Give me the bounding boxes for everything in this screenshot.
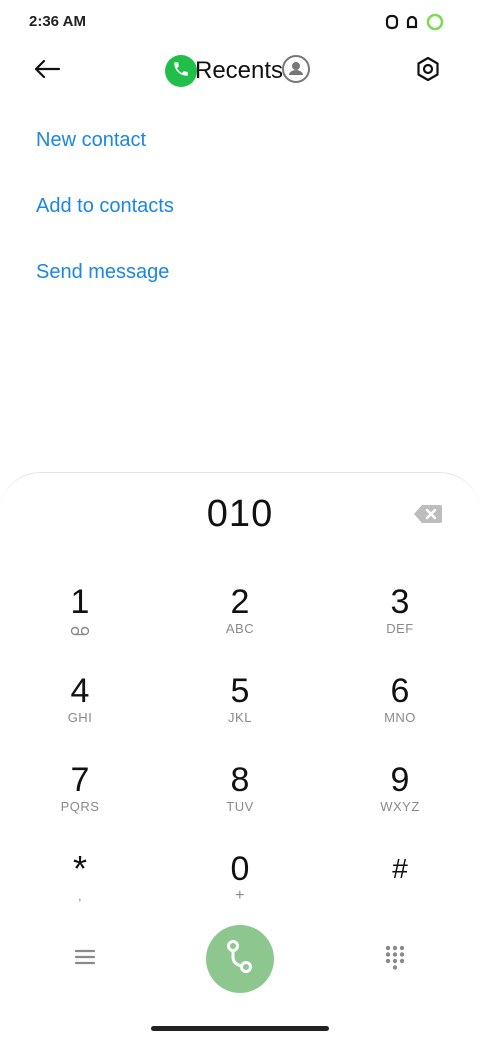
dialpad-bottom-row: [0, 923, 480, 1003]
notification-icon: [405, 14, 419, 30]
dialpad-toggle-button[interactable]: [380, 945, 410, 975]
tab-phone[interactable]: [165, 55, 197, 87]
phone-icon: [172, 60, 190, 83]
new-contact-link[interactable]: New contact: [36, 118, 174, 184]
tab-recents[interactable]: Recents: [195, 57, 283, 85]
send-message-link[interactable]: Send message: [36, 250, 174, 316]
key-letters: ABC: [225, 621, 255, 636]
status-icons: [385, 12, 445, 32]
notification-icon: [385, 14, 399, 30]
back-button[interactable]: [30, 54, 64, 88]
dialed-number[interactable]: 010: [0, 493, 480, 536]
battery-ring-icon: [425, 12, 445, 32]
key-digit: 1: [70, 583, 90, 621]
key-digit: 5: [230, 672, 250, 710]
key-7[interactable]: 7 PQRS: [20, 759, 140, 839]
key-digit: 7: [70, 761, 90, 799]
contacts-icon: [281, 54, 311, 89]
menu-icon: [74, 948, 96, 971]
key-letters: DEF: [386, 621, 414, 636]
key-digit: 9: [390, 761, 410, 799]
key-8[interactable]: 8 TUV: [180, 759, 300, 839]
action-list: New contact Add to contacts Send message: [36, 118, 174, 316]
key-9[interactable]: 9 WXYZ: [340, 759, 460, 839]
phone-call-icon: [223, 937, 257, 982]
status-bar: 2:36 AM: [0, 0, 480, 44]
key-2[interactable]: 2 ABC: [180, 581, 300, 661]
tab-contacts[interactable]: [281, 54, 311, 89]
tab-group: Recents: [165, 54, 311, 89]
key-1[interactable]: 1: [20, 581, 140, 661]
key-digit: 8: [230, 761, 250, 799]
key-digit: 6: [390, 672, 410, 710]
menu-button[interactable]: [70, 947, 100, 971]
key-0[interactable]: 0 +: [180, 848, 300, 928]
backspace-button[interactable]: [413, 503, 443, 525]
add-to-contacts-link[interactable]: Add to contacts: [36, 184, 174, 250]
key-letters: JKL: [228, 710, 252, 725]
dialpad-panel: 010 1 2 ABC 3 DEF 4 GHI 5 JKL 6 MNO 7 PQ…: [0, 472, 480, 1041]
settings-icon: [415, 56, 441, 87]
arrow-left-icon: [33, 58, 61, 85]
key-digit: 3: [390, 583, 410, 621]
key-4[interactable]: 4 GHI: [20, 670, 140, 750]
key-letters: PQRS: [60, 799, 100, 814]
dialpad-icon: [385, 945, 405, 976]
backspace-icon: [413, 505, 443, 529]
status-time: 2:36 AM: [29, 13, 86, 30]
key-digit: 0: [230, 850, 250, 888]
top-bar: Recents: [0, 44, 480, 100]
key-letters: +: [235, 887, 245, 904]
key-letters: MNO: [384, 710, 416, 725]
key-3[interactable]: 3 DEF: [340, 581, 460, 661]
settings-button[interactable]: [411, 54, 445, 88]
voicemail-icon: [20, 623, 140, 639]
key-letters: ,: [77, 888, 83, 903]
key-digit: 4: [70, 672, 90, 710]
key-6[interactable]: 6 MNO: [340, 670, 460, 750]
key-digit: #: [392, 853, 408, 884]
key-letters: TUV: [226, 799, 254, 814]
key-5[interactable]: 5 JKL: [180, 670, 300, 750]
key-letters: GHI: [67, 710, 93, 725]
key-star[interactable]: * ,: [20, 848, 140, 928]
key-letters: WXYZ: [380, 799, 420, 814]
home-indicator[interactable]: [151, 1026, 329, 1031]
key-digit: *: [72, 848, 87, 889]
key-digit: 2: [230, 583, 250, 621]
key-hash[interactable]: #: [340, 848, 460, 928]
call-button[interactable]: [206, 925, 274, 993]
